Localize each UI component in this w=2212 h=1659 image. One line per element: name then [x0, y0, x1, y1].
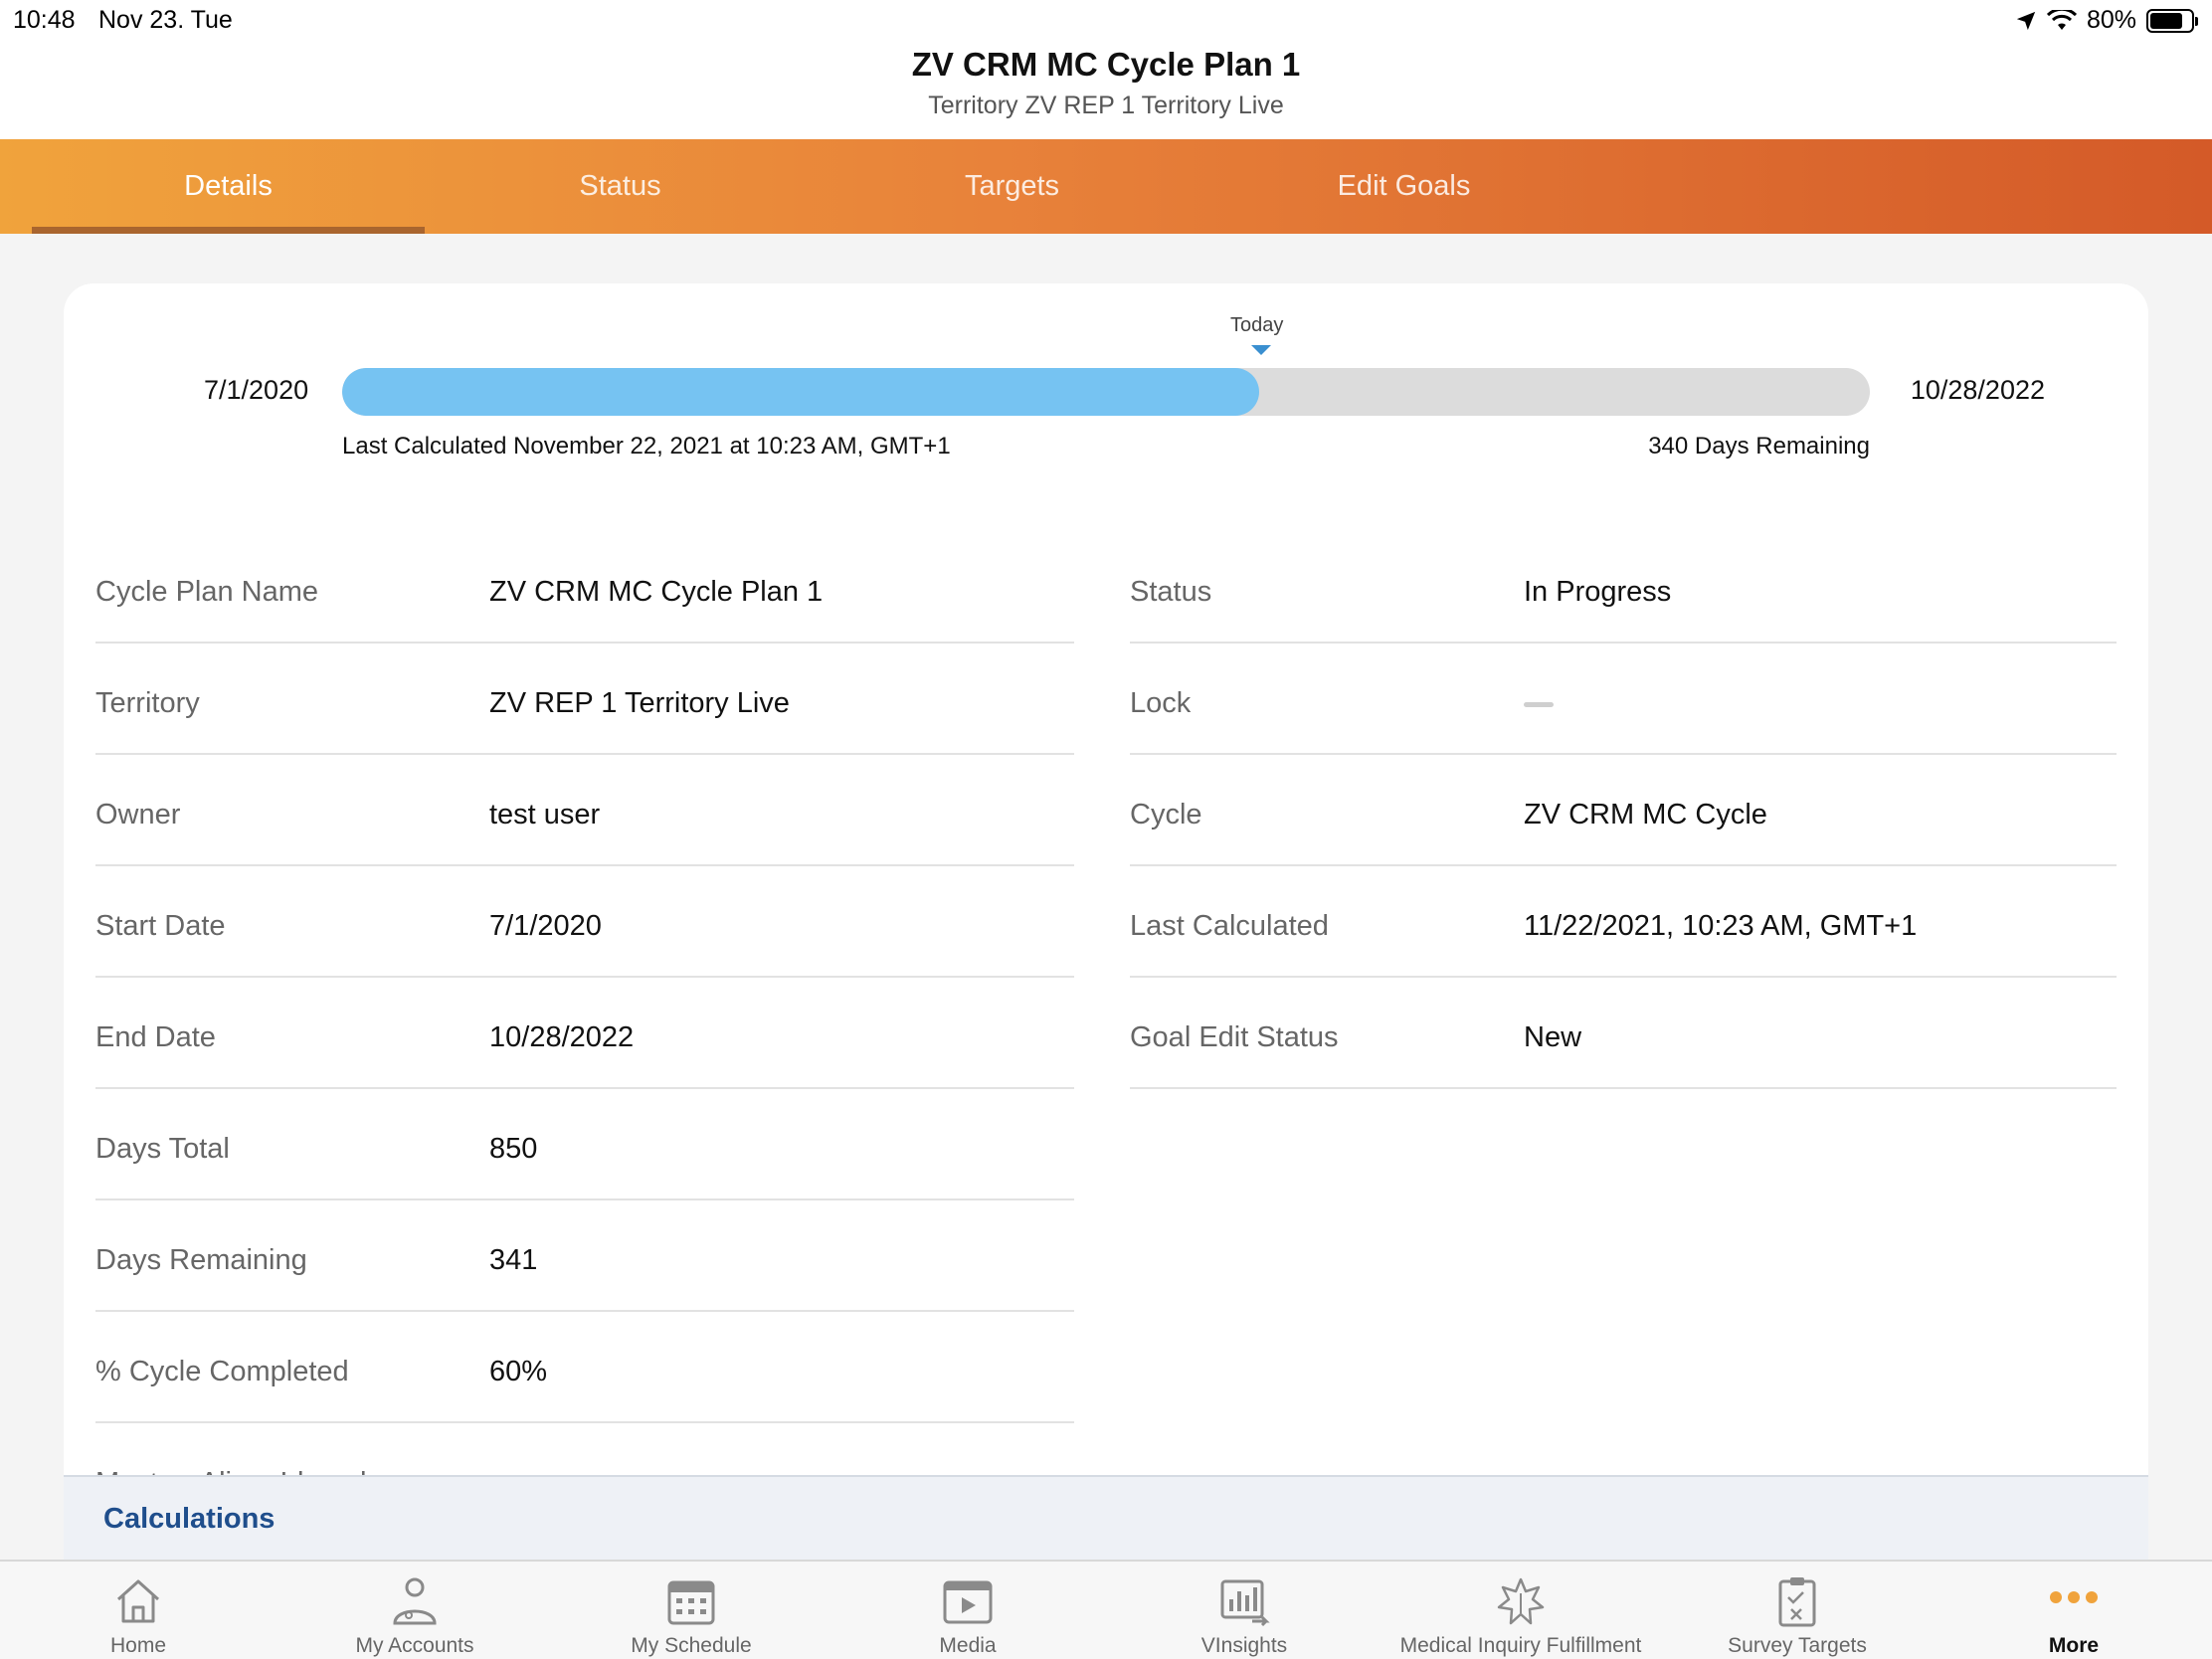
field-days-remaining: Days Remaining 341 [95, 1200, 1074, 1312]
field-value: ZV CRM MC Cycle [1524, 799, 1767, 830]
details-left-column: Cycle Plan Name ZV CRM MC Cycle Plan 1 T… [95, 532, 1074, 1535]
field-value: test user [489, 799, 601, 830]
nav-label: VInsights [1200, 1634, 1288, 1657]
tab-status[interactable]: Status [424, 139, 817, 234]
field-value: New [1524, 1021, 1582, 1053]
field-goal-edit-status: Goal Edit Status New [1130, 978, 2117, 1089]
details-card: 7/1/2020 Today 10/28/2022 Last Calculate… [64, 283, 2148, 1567]
tab-bar: Details Status Targets Edit Goals [0, 139, 2212, 234]
medical-icon [1497, 1577, 1545, 1625]
field-label: Days Total [95, 1133, 230, 1165]
nav-media[interactable]: Media [830, 1562, 1106, 1659]
field-label: Start Date [95, 910, 226, 942]
field-value: 850 [489, 1133, 538, 1165]
chart-icon [1220, 1579, 1270, 1627]
field-value: 7/1/2020 [489, 910, 602, 942]
page-title: ZV CRM MC Cycle Plan 1 [911, 46, 1301, 83]
battery-icon [2146, 8, 2198, 33]
nav-label: Survey Targets [1728, 1634, 1867, 1657]
nav-label: My Accounts [355, 1634, 474, 1657]
field-label: Owner [95, 799, 181, 830]
field-end-date: End Date 10/28/2022 [95, 978, 1074, 1089]
nav-my-accounts[interactable]: My Accounts [276, 1562, 553, 1659]
calculations-section-header[interactable]: Calculations [64, 1475, 2148, 1567]
last-calculated-text: Last Calculated November 22, 2021 at 10:… [342, 433, 951, 460]
nav-my-schedule[interactable]: My Schedule [553, 1562, 830, 1659]
today-marker-icon [1251, 345, 1271, 355]
today-label: Today [1230, 314, 1284, 336]
field-status: Status In Progress [1130, 532, 2117, 644]
nav-vinsights[interactable]: VInsights [1106, 1562, 1382, 1659]
field-value: 60% [489, 1356, 548, 1387]
calculations-title: Calculations [103, 1503, 276, 1535]
field-label: Days Remaining [95, 1244, 307, 1276]
status-bar: 10:48 Nov 23. Tue 80% [0, 0, 2212, 40]
nav-label: Home [109, 1634, 167, 1657]
cycle-progress-bar [342, 368, 1870, 416]
field-last-calculated: Last Calculated 11/22/2021, 10:23 AM, GM… [1130, 866, 2117, 978]
tab-edit-goals[interactable]: Edit Goals [1207, 139, 1600, 234]
field-value: ZV REP 1 Territory Live [489, 687, 790, 719]
timeline-end-date: 10/28/2022 [1910, 375, 2045, 405]
status-time: 10:48 [13, 6, 76, 34]
more-icon [2050, 1591, 2098, 1603]
field-cycle-completed: % Cycle Completed 60% [95, 1312, 1074, 1423]
nav-label: Medical Inquiry Fulfillment [1399, 1634, 1642, 1657]
clipboard-icon [1778, 1577, 1816, 1627]
nav-home[interactable]: Home [0, 1562, 276, 1659]
field-owner: Owner test user [95, 755, 1074, 866]
field-label: Last Calculated [1130, 910, 1329, 942]
field-label: % Cycle Completed [95, 1356, 349, 1387]
field-value: In Progress [1524, 576, 1672, 608]
bottom-navigation: Home My Accounts My Schedule Media VInsi… [0, 1560, 2212, 1659]
status-date: Nov 23. Tue [98, 6, 233, 34]
tab-details[interactable]: Details [32, 139, 425, 234]
field-label: Cycle [1130, 799, 1202, 830]
page-subtitle: Territory ZV REP 1 Territory Live [928, 92, 1284, 119]
nav-label: My Schedule [631, 1634, 752, 1657]
nav-more[interactable]: More [1936, 1562, 2212, 1659]
tab-targets[interactable]: Targets [816, 139, 1208, 234]
field-lock: Lock [1130, 644, 2117, 755]
field-start-date: Start Date 7/1/2020 [95, 866, 1074, 978]
field-value: ZV CRM MC Cycle Plan 1 [489, 576, 824, 608]
details-right-column: Status In Progress Lock Cycle ZV CRM MC … [1130, 532, 2117, 1089]
field-label: Cycle Plan Name [95, 576, 319, 608]
person-icon [393, 1577, 437, 1625]
field-label: Status [1130, 576, 1212, 608]
location-icon [2016, 11, 2036, 30]
field-value: 341 [489, 1244, 538, 1276]
field-cycle: Cycle ZV CRM MC Cycle [1130, 755, 2117, 866]
nav-medical-inquiry[interactable]: Medical Inquiry Fulfillment [1382, 1562, 1659, 1659]
nav-label: Media [939, 1634, 997, 1657]
calendar-icon [667, 1580, 715, 1625]
field-days-total: Days Total 850 [95, 1089, 1074, 1200]
field-label: Territory [95, 687, 200, 719]
field-label: End Date [95, 1021, 216, 1053]
battery-percent: 80% [2086, 6, 2136, 34]
cycle-progress-fill [342, 368, 1259, 416]
lock-empty-dash-icon [1524, 702, 1554, 707]
field-value: 10/28/2022 [489, 1021, 635, 1053]
days-remaining-text: 340 Days Remaining [1648, 433, 1870, 460]
field-label: Lock [1130, 687, 1192, 719]
field-label: Goal Edit Status [1130, 1021, 1339, 1053]
home-icon [116, 1579, 160, 1623]
wifi-icon [2046, 9, 2077, 30]
nav-label: More [2048, 1634, 2100, 1657]
field-territory: Territory ZV REP 1 Territory Live [95, 644, 1074, 755]
field-value: 11/22/2021, 10:23 AM, GMT+1 [1524, 910, 1918, 942]
timeline-start-date: 7/1/2020 [204, 375, 309, 405]
field-cycle-plan-name: Cycle Plan Name ZV CRM MC Cycle Plan 1 [95, 532, 1074, 644]
nav-survey-targets[interactable]: Survey Targets [1659, 1562, 1936, 1659]
media-icon [943, 1580, 993, 1624]
page-header: ZV CRM MC Cycle Plan 1 Territory ZV REP … [0, 40, 2212, 139]
status-right: 80% [2015, 6, 2198, 35]
